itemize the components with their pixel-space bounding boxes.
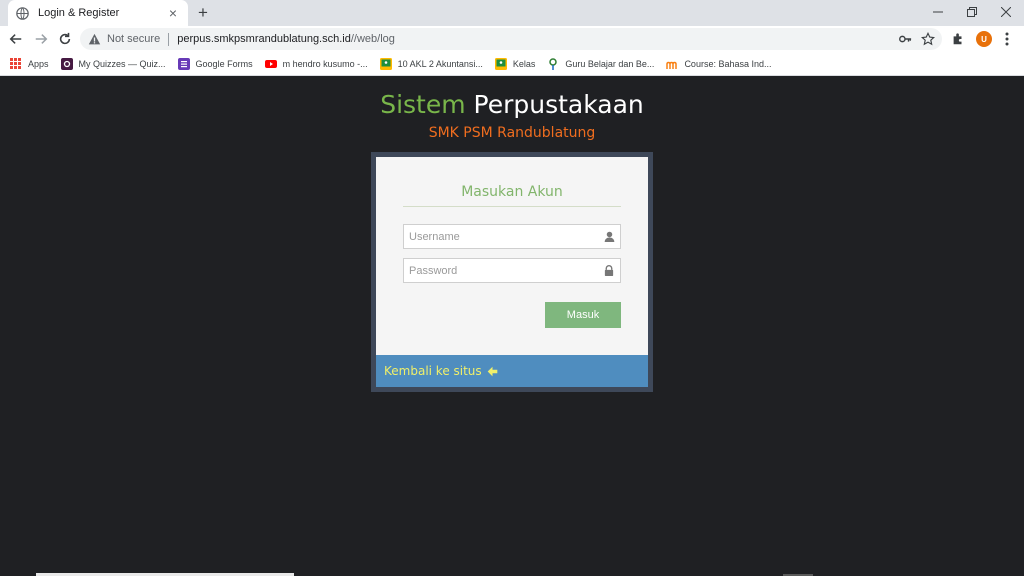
bookmark-item[interactable]: Kelas — [494, 54, 536, 74]
bookmark-label: m hendro kusumo -... — [282, 58, 368, 69]
minimize-window-icon[interactable] — [922, 0, 954, 24]
apps-grid-icon — [10, 57, 22, 70]
page-title-part1: Sistem — [380, 90, 466, 119]
password-input[interactable] — [404, 259, 602, 282]
lock-icon — [602, 264, 616, 278]
bookmark-item[interactable]: Apps — [10, 54, 49, 74]
back-arrow-icon[interactable] — [6, 29, 26, 49]
bookmark-item[interactable]: My Quizzes — Quiz... — [60, 54, 166, 74]
url-path: //web/log — [350, 33, 395, 45]
bookmark-item[interactable]: 10 AKL 2 Akuntansi... — [379, 54, 483, 74]
page-subtitle: SMK PSM Randublatung — [428, 125, 596, 141]
browser-tab-active[interactable]: Login & Register × — [8, 0, 188, 26]
browser-toolbar: Not secure perpus.smkpsmrandublatung.sch… — [0, 26, 1024, 52]
classroom-icon — [379, 57, 392, 70]
page-title: Sistem Perpustakaan — [0, 90, 1024, 119]
bookmark-label: Apps — [28, 58, 49, 69]
close-window-icon[interactable] — [990, 0, 1022, 24]
login-form: Masukan Akun Masuk — [376, 157, 648, 355]
address-bar[interactable]: Not secure perpus.smkpsmrandublatung.sch… — [80, 28, 942, 50]
password-field-wrapper — [403, 258, 621, 283]
username-field-wrapper — [403, 224, 621, 249]
reload-icon[interactable] — [55, 29, 75, 49]
address-separator — [168, 32, 170, 46]
bookmark-item[interactable]: Google Forms — [177, 54, 253, 74]
tab-close-icon[interactable]: × — [166, 6, 180, 20]
classroom-icon — [494, 57, 507, 70]
page-content: Sistem Perpustakaan SMK PSM Randublatung… — [0, 77, 1024, 576]
bookmark-label: Course: Bahasa Ind... — [684, 58, 772, 69]
bookmarks-bar: Apps My Quizzes — Quiz... Google Forms m he… — [0, 52, 1024, 76]
new-tab-button[interactable]: + — [194, 3, 212, 23]
quizizz-icon — [60, 57, 73, 70]
not-secure-label: Not secure — [107, 33, 161, 45]
back-to-site-link[interactable]: Kembali ke situs — [384, 364, 498, 378]
back-to-site-label: Kembali ke situs — [384, 364, 482, 378]
globe-icon — [16, 6, 29, 20]
bookmark-label: Google Forms — [195, 58, 253, 69]
moodle-icon — [666, 58, 678, 70]
page-title-part2: Perpustakaan — [473, 90, 644, 119]
bookmark-item[interactable]: m hendro kusumo -... — [264, 54, 368, 74]
bookmark-label: 10 AKL 2 Akuntansi... — [397, 58, 483, 69]
bookmark-item[interactable]: Guru Belajar dan Be... — [547, 54, 654, 74]
bookmark-item[interactable]: Course: Bahasa Ind... — [666, 54, 772, 74]
login-panel: Masukan Akun Masuk Kembali ke situs — [371, 152, 653, 392]
bookmark-label: Kelas — [512, 58, 536, 69]
login-footer: Kembali ke situs — [376, 355, 648, 387]
forward-arrow-icon[interactable] — [31, 29, 51, 49]
warning-icon[interactable] — [88, 33, 101, 46]
youtube-icon — [264, 58, 277, 70]
form-title: Masukan Akun — [403, 184, 621, 207]
more-menu-icon[interactable] — [1000, 31, 1014, 47]
url-host: perpus.smkpsmrandublatung.sch.id — [177, 33, 351, 45]
username-input[interactable] — [404, 225, 602, 248]
google-forms-icon — [177, 57, 190, 70]
restore-window-icon[interactable] — [956, 0, 988, 24]
user-icon — [602, 230, 616, 244]
extensions-puzzle-icon[interactable] — [951, 32, 965, 46]
login-submit-button[interactable]: Masuk — [545, 302, 621, 328]
bookmark-label: Guru Belajar dan Be... — [565, 58, 655, 69]
arrow-left-icon — [487, 366, 498, 377]
key-icon[interactable] — [898, 32, 912, 46]
tab-title: Login & Register — [38, 7, 120, 19]
bookmark-label: My Quizzes — Quiz... — [78, 58, 166, 69]
gtk-icon — [547, 57, 559, 70]
browser-tab-bar: Login & Register × + — [0, 0, 1024, 26]
bookmark-star-icon[interactable] — [921, 32, 935, 46]
profile-avatar[interactable]: U — [976, 31, 992, 47]
